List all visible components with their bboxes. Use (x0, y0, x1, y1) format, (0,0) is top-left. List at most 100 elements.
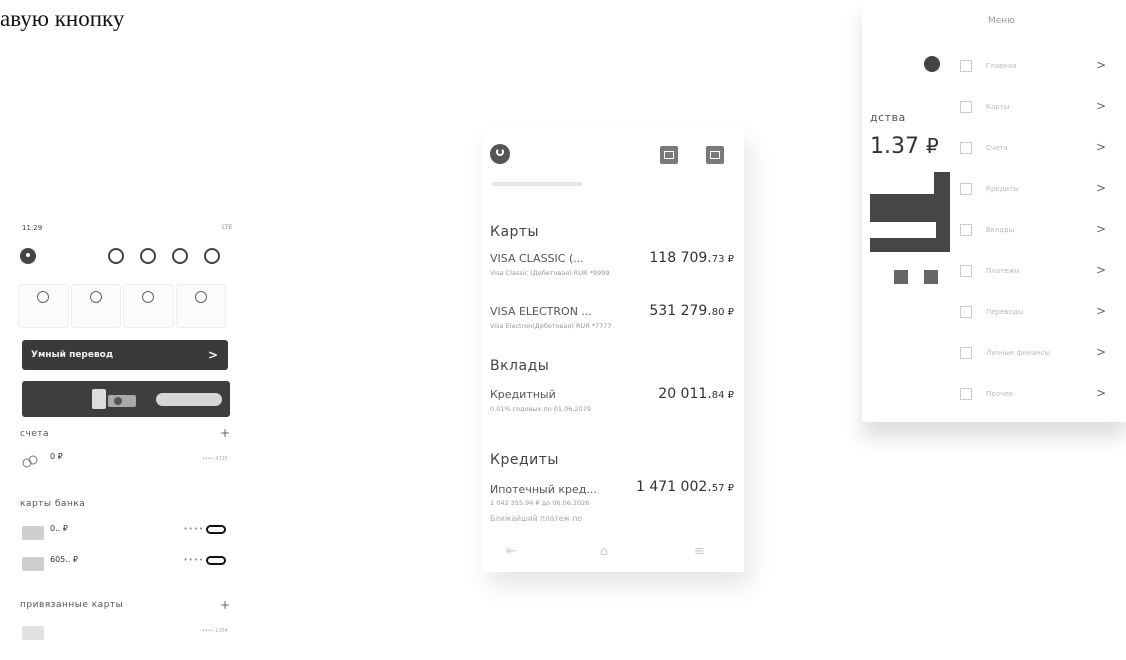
menu-item-finances[interactable]: Личные финансы > (956, 345, 1106, 365)
menu-item-accounts[interactable]: Счета > (956, 140, 1106, 160)
message-icon[interactable] (140, 248, 156, 264)
mail-icon[interactable] (706, 146, 724, 164)
amount-cents: 80 ₽ (711, 307, 734, 318)
home-icon (960, 60, 972, 72)
chevron-right-icon: > (1095, 222, 1106, 236)
menu-item-label: Кредиты (986, 185, 1019, 193)
amount-main: 531 279. (649, 303, 712, 319)
quick-tile-label (181, 311, 224, 321)
funds-graphic (870, 172, 950, 252)
linked-card-row[interactable]: •••• 1154 (20, 622, 230, 646)
chevron-right-icon: > (1095, 140, 1106, 154)
quick-tile[interactable] (175, 284, 226, 328)
product-detail: 0.01% годовых по 01.06.2079 (490, 405, 591, 413)
quick-actions (18, 284, 226, 328)
logout-icon[interactable]: ⇤ (506, 544, 517, 559)
menu-item-payments[interactable]: Платежи > (956, 263, 1106, 283)
card-brand-icon (206, 525, 226, 534)
top-icon-row (20, 246, 232, 270)
mail-icon[interactable] (924, 270, 938, 284)
card-amount: 605.. ₽ (50, 555, 78, 564)
chat-icon[interactable] (894, 270, 908, 284)
menu-item-cards[interactable]: Карты > (956, 99, 1106, 119)
transfer-icon (960, 306, 972, 318)
accounts-title: счета (20, 429, 50, 439)
funds-label: дства (870, 111, 906, 124)
bottom-navigation: ⇤ ⌂ ≡ (482, 544, 744, 559)
menu-item-label: Личные финансы (986, 349, 1050, 357)
card-icon (960, 101, 972, 113)
card-row[interactable]: 0.. ₽ •••• (20, 522, 230, 546)
credits-section-title: Кредиты (490, 452, 559, 468)
balance-currency: ₽ (925, 134, 939, 158)
balance-main: 1.37 (870, 134, 919, 159)
product-detail: Visa Classic (Дебетовая) RUR *9999 (490, 269, 610, 277)
credit-icon (960, 183, 972, 195)
chat-icon[interactable] (660, 146, 678, 164)
product-detail-2: Ближайший платеж по (490, 514, 582, 523)
chat-icon[interactable] (108, 248, 124, 264)
status-time: 11:29 (22, 224, 43, 232)
account-amount: 0 ₽ (50, 452, 63, 461)
bank-logo-icon (490, 144, 510, 164)
linked-cards-title: привязанные карты (20, 600, 124, 610)
bank-logo-icon (924, 56, 940, 72)
bank-cards-title: карты банка (20, 499, 86, 509)
product-amount: 20 011.84 ₽ (658, 386, 734, 402)
account-icon (960, 142, 972, 154)
smart-transfer-button[interactable]: Умный перевод > (22, 340, 228, 370)
card-row[interactable]: 605.. ₽ •••• (20, 553, 230, 577)
card-icon (89, 291, 102, 303)
amount-main: 118 709. (649, 250, 712, 266)
product-amount: 118 709.73 ₽ (649, 250, 734, 266)
template-icon (960, 347, 972, 359)
card-masked-number: •••• (183, 556, 204, 564)
phone-products-screen: Карты VISA CLASSIC (... 118 709.73 ₽ Vis… (482, 126, 744, 572)
greeting-text (492, 182, 582, 186)
balance-amount: 1.37 ₽ (870, 134, 939, 159)
status-bar: 11:29 LTE (22, 224, 232, 232)
deposit-icon (960, 224, 972, 236)
product-name: VISA CLASSIC (... (490, 252, 584, 265)
product-name: Кредитный (490, 388, 556, 401)
menu-item-transfers[interactable]: Переводы > (956, 304, 1106, 324)
account-row[interactable]: 0 ₽ •••• 4315 (20, 450, 230, 474)
menu-item-home[interactable]: Главная > (956, 58, 1106, 78)
signal-indicator: LTE (222, 224, 232, 231)
menu-item-label: Переводы (986, 308, 1024, 316)
banner-button[interactable] (156, 393, 222, 406)
chevron-right-icon: > (1095, 345, 1106, 359)
product-detail: Visa Electron(Дебетовая) RUR *7777 (490, 322, 612, 330)
quick-tile-label (76, 311, 119, 321)
phone-icon (142, 291, 155, 303)
product-amount: 1 471 002.57 ₽ (636, 479, 734, 495)
amount-cents: 84 ₽ (711, 390, 734, 401)
menu-item-other[interactable]: Прочее > (956, 386, 1106, 406)
product-amount: 531 279.80 ₽ (649, 303, 734, 319)
menu-item-deposits[interactable]: Вклады > (956, 222, 1106, 242)
menu-item-credits[interactable]: Кредиты > (956, 181, 1106, 201)
quick-tile[interactable] (18, 284, 69, 328)
card-masked-number: •••• (183, 525, 204, 533)
promo-banner[interactable] (22, 381, 230, 417)
quick-tile[interactable] (123, 284, 174, 328)
account-number: •••• 4315 (201, 456, 228, 462)
chevron-right-icon: > (1095, 386, 1106, 400)
graphic-cutout (870, 222, 936, 238)
quick-tile[interactable] (70, 284, 121, 328)
card-thumbnail (22, 557, 44, 571)
coins-icon (22, 455, 38, 468)
mail-icon[interactable] (172, 248, 188, 264)
menu-icon[interactable]: ≡ (694, 544, 705, 559)
amount-main: 20 011. (658, 386, 712, 402)
add-account-button[interactable]: + (220, 426, 230, 440)
amount-main: 1 471 002. (636, 479, 712, 495)
add-linked-card-button[interactable]: + (220, 598, 230, 612)
phone-call-icon[interactable] (204, 248, 220, 264)
transfer-icon (37, 291, 50, 303)
chevron-right-icon: > (207, 348, 218, 362)
menu-item-label: Карты (986, 103, 1010, 111)
settings-icon (960, 388, 972, 400)
home-icon[interactable]: ⌂ (600, 544, 608, 559)
cards-section-title: Карты (490, 224, 540, 240)
